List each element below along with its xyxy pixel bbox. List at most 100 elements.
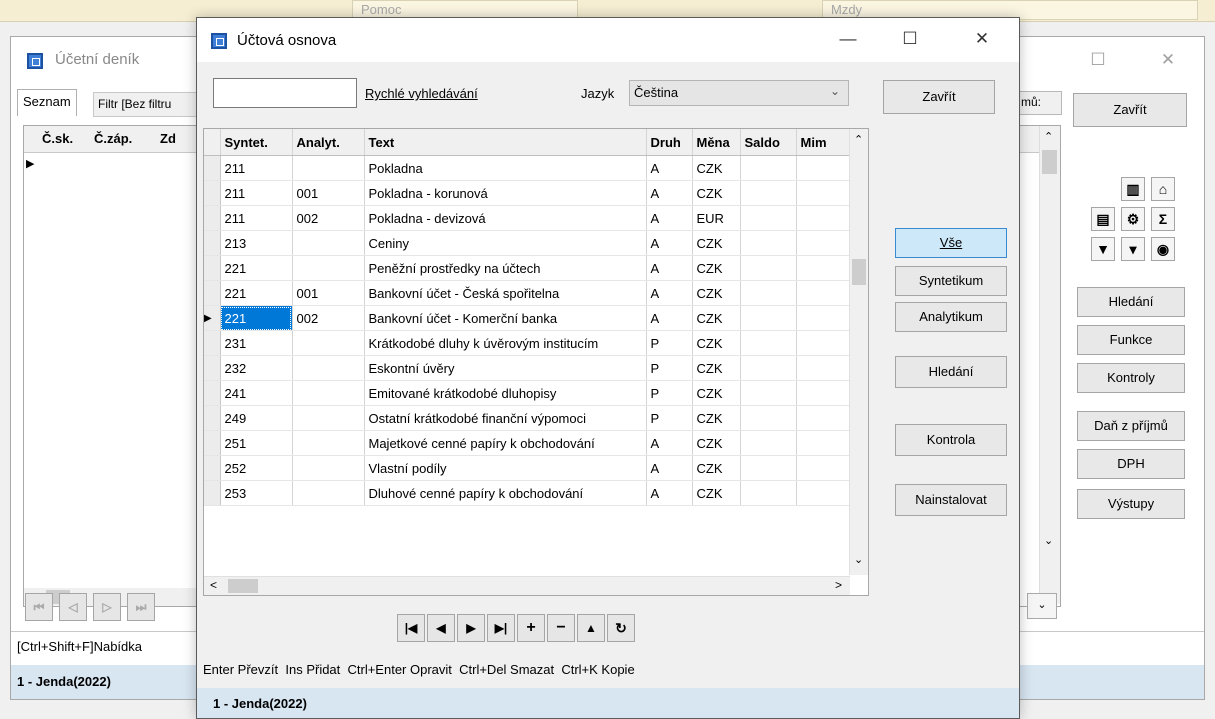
journal-vscrollbar[interactable]: ⌃ ⌄ <box>1039 126 1060 604</box>
cell-saldo[interactable] <box>740 155 797 181</box>
bg-outputs-button[interactable]: Výstupy <box>1077 489 1185 519</box>
cell-text[interactable]: Pokladna - korunová <box>364 180 647 206</box>
table-row[interactable]: 213 Ceniny A CZK <box>204 230 853 256</box>
cell-analyt[interactable] <box>292 230 365 256</box>
cell-text[interactable]: Pokladna - devizová <box>364 205 647 231</box>
cell-mena[interactable]: CZK <box>692 155 741 181</box>
chart-icon[interactable]: ▥ <box>1121 177 1145 201</box>
eye-icon[interactable]: ◉ <box>1151 237 1175 261</box>
accounts-vscrollbar[interactable]: ⌃ ⌄ <box>849 129 868 575</box>
cell-syntet[interactable]: 253 <box>220 480 293 506</box>
close-icon[interactable]: ✕ <box>1145 45 1191 75</box>
table-row[interactable]: 253 Dluhové cenné papíry k obchodování A CZ… <box>204 480 853 506</box>
cell-mena[interactable]: CZK <box>692 180 741 206</box>
cell-saldo[interactable] <box>740 405 797 431</box>
dialog-maximize-icon[interactable]: ☐ <box>887 24 933 54</box>
bg-nav-first-icon[interactable]: ⏮ <box>25 593 53 621</box>
tab-list[interactable]: Seznam <box>17 89 77 116</box>
bg-close-button[interactable]: Zavřít <box>1073 93 1187 127</box>
check-button[interactable]: Kontrola <box>895 424 1007 456</box>
gear-icon[interactable]: ⚙ <box>1121 207 1145 231</box>
cell-mena[interactable]: CZK <box>692 355 741 381</box>
cell-druh[interactable]: P <box>646 355 693 381</box>
nav-refresh-icon[interactable]: ↻ <box>607 614 635 642</box>
cell-syntet[interactable]: 221 <box>220 255 293 281</box>
cell-mim[interactable] <box>796 455 853 481</box>
cell-mena[interactable]: CZK <box>692 280 741 306</box>
cell-analyt[interactable]: 002 <box>292 305 365 331</box>
cell-mim[interactable] <box>796 255 853 281</box>
cell-text[interactable]: Ceniny <box>364 230 647 256</box>
cell-mena[interactable]: CZK <box>692 230 741 256</box>
cell-text[interactable]: Eskontní úvěry <box>364 355 647 381</box>
table-row[interactable]: 241 Emitované krátkodobé dluhopisy P CZK <box>204 380 853 406</box>
cell-mim[interactable] <box>796 480 853 506</box>
table-row[interactable]: 211 Pokladna A CZK <box>204 155 853 181</box>
cell-druh[interactable]: P <box>646 405 693 431</box>
cell-text[interactable]: Bankovní účet - Česká spořitelna <box>364 280 647 306</box>
table-row[interactable]: 252 Vlastní podíly A CZK <box>204 455 853 481</box>
cell-syntet[interactable]: 213 <box>220 230 293 256</box>
book-icon[interactable]: ▤ <box>1091 207 1115 231</box>
row-indicator[interactable] <box>204 180 221 206</box>
table-row[interactable]: 211 002 Pokladna - devizová A EUR <box>204 205 853 231</box>
cell-saldo[interactable] <box>740 305 797 331</box>
row-indicator[interactable] <box>204 330 221 356</box>
cell-mim[interactable] <box>796 280 853 306</box>
row-indicator[interactable] <box>204 205 221 231</box>
dialog-close-icon[interactable]: ✕ <box>959 24 1005 54</box>
cell-text[interactable]: Pokladna <box>364 155 647 181</box>
cell-mena[interactable]: CZK <box>692 305 741 331</box>
col-druh[interactable]: Druh <box>646 129 693 156</box>
cell-analyt[interactable]: 002 <box>292 205 365 231</box>
row-indicator[interactable] <box>204 430 221 456</box>
cell-text[interactable]: Bankovní účet - Komerční banka <box>364 305 647 331</box>
cell-text[interactable]: Peněžní prostředky na účtech <box>364 255 647 281</box>
journal-vscroll-thumb[interactable] <box>1042 150 1057 174</box>
analytic-button[interactable]: Analytikum <box>895 302 1007 332</box>
cell-druh[interactable]: A <box>646 430 693 456</box>
table-row[interactable]: 231 Krátkodobé dluhy k úvěrovým institucí… <box>204 330 853 356</box>
table-row[interactable]: 251 Majetkové cenné papíry k obchodování A… <box>204 430 853 456</box>
accounts-hscrollbar[interactable]: < > <box>204 576 850 595</box>
cell-analyt[interactable]: 001 <box>292 180 365 206</box>
col-analyt[interactable]: Analyt. <box>292 129 365 156</box>
col-syntet[interactable]: Syntet. <box>220 129 293 156</box>
col-mim[interactable]: Mim <box>796 129 853 156</box>
cell-analyt[interactable] <box>292 155 365 181</box>
table-row[interactable]: 232 Eskontní úvěry P CZK <box>204 355 853 381</box>
quick-search-input[interactable] <box>213 78 357 108</box>
row-indicator[interactable] <box>204 480 221 506</box>
cell-mim[interactable] <box>796 180 853 206</box>
nav-edit-icon[interactable]: ▲ <box>577 614 605 642</box>
cell-syntet[interactable]: 211 <box>220 205 293 231</box>
cell-saldo[interactable] <box>740 355 797 381</box>
cell-druh[interactable]: A <box>646 280 693 306</box>
all-button[interactable]: Vše <box>895 228 1007 258</box>
accounts-hscroll-thumb[interactable] <box>228 579 258 593</box>
filter-icon[interactable]: ▼ <box>1091 237 1115 261</box>
cell-mim[interactable] <box>796 155 853 181</box>
cell-saldo[interactable] <box>740 230 797 256</box>
cell-analyt[interactable] <box>292 380 365 406</box>
cell-syntet[interactable]: 252 <box>220 455 293 481</box>
cell-druh[interactable]: A <box>646 230 693 256</box>
cell-saldo[interactable] <box>740 455 797 481</box>
cell-syntet[interactable]: 251 <box>220 430 293 456</box>
accounts-scroll-up-icon[interactable]: ⌃ <box>854 133 863 146</box>
cell-druh[interactable]: A <box>646 455 693 481</box>
cell-analyt[interactable] <box>292 330 365 356</box>
minimize-icon[interactable]: — <box>825 24 871 54</box>
row-indicator[interactable] <box>204 155 221 181</box>
cell-mim[interactable] <box>796 305 853 331</box>
cell-analyt[interactable] <box>292 255 365 281</box>
col-header-zd[interactable]: Zd <box>160 131 176 146</box>
bg-nav-next-icon[interactable]: ▷ <box>93 593 121 621</box>
scroll-up-icon[interactable]: ⌃ <box>1044 130 1053 143</box>
table-row[interactable]: 211 001 Pokladna - korunová A CZK <box>204 180 853 206</box>
cell-mena[interactable]: CZK <box>692 455 741 481</box>
row-indicator[interactable] <box>204 380 221 406</box>
bg-dropdown-chevron-icon[interactable]: ⌄ <box>1027 593 1057 619</box>
cell-saldo[interactable] <box>740 205 797 231</box>
row-indicator[interactable] <box>204 255 221 281</box>
